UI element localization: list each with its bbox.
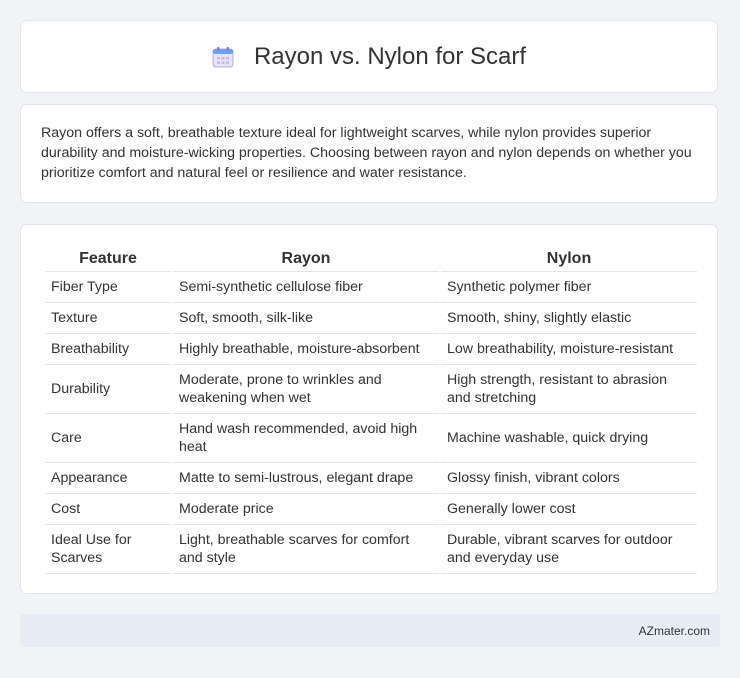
calendar-icon	[212, 46, 234, 67]
summary-card: Rayon offers a soft, breathable texture …	[20, 104, 718, 203]
cell-feature: Appearance	[45, 463, 171, 494]
cell-nylon: Synthetic polymer fiber	[441, 272, 697, 303]
footer-bar: AZmater.com	[20, 614, 720, 647]
table-header-row: Feature Rayon Nylon	[45, 247, 697, 272]
cell-feature: Texture	[45, 303, 171, 334]
cell-rayon: Soft, smooth, silk-like	[173, 303, 439, 334]
table-row: Ideal Use for Scarves Light, breathable …	[45, 525, 697, 574]
table-row: Breathability Highly breathable, moistur…	[45, 334, 697, 365]
column-header-rayon: Rayon	[173, 247, 439, 272]
table-row: Appearance Matte to semi-lustrous, elega…	[45, 463, 697, 494]
comparison-table: Feature Rayon Nylon Fiber Type Semi-synt…	[43, 247, 699, 574]
cell-feature: Breathability	[45, 334, 171, 365]
cell-nylon: Machine washable, quick drying	[441, 414, 697, 463]
column-header-feature: Feature	[45, 247, 171, 272]
cell-rayon: Light, breathable scarves for comfort an…	[173, 525, 439, 574]
table-row: Texture Soft, smooth, silk-like Smooth, …	[45, 303, 697, 334]
table-row: Care Hand wash recommended, avoid high h…	[45, 414, 697, 463]
cell-nylon: Durable, vibrant scarves for outdoor and…	[441, 525, 697, 574]
cell-nylon: Low breathability, moisture-resistant	[441, 334, 697, 365]
cell-feature: Ideal Use for Scarves	[45, 525, 171, 574]
cell-feature: Care	[45, 414, 171, 463]
column-header-nylon: Nylon	[441, 247, 697, 272]
table-row: Cost Moderate price Generally lower cost	[45, 494, 697, 525]
cell-nylon: Generally lower cost	[441, 494, 697, 525]
page-title: Rayon vs. Nylon for Scarf	[253, 42, 527, 70]
cell-nylon: Glossy finish, vibrant colors	[441, 463, 697, 494]
title-card: Rayon vs. Nylon for Scarf	[20, 20, 718, 93]
cell-rayon: Moderate price	[173, 494, 439, 525]
cell-rayon: Moderate, prone to wrinkles and weakenin…	[173, 365, 439, 414]
cell-nylon: Smooth, shiny, slightly elastic	[441, 303, 697, 334]
summary-text: Rayon offers a soft, breathable texture …	[41, 125, 692, 181]
cell-feature: Durability	[45, 365, 171, 414]
cell-rayon: Matte to semi-lustrous, elegant drape	[173, 463, 439, 494]
cell-nylon: High strength, resistant to abrasion and…	[441, 365, 697, 414]
cell-feature: Cost	[45, 494, 171, 525]
cell-rayon: Hand wash recommended, avoid high heat	[173, 414, 439, 463]
cell-rayon: Highly breathable, moisture-absorbent	[173, 334, 439, 365]
table-row: Durability Moderate, prone to wrinkles a…	[45, 365, 697, 414]
table-row: Fiber Type Semi-synthetic cellulose fibe…	[45, 272, 697, 303]
comparison-card: Feature Rayon Nylon Fiber Type Semi-synt…	[20, 224, 718, 594]
footer-site-label: AZmater.com	[638, 623, 710, 638]
cell-feature: Fiber Type	[45, 272, 171, 303]
cell-rayon: Semi-synthetic cellulose fiber	[173, 272, 439, 303]
